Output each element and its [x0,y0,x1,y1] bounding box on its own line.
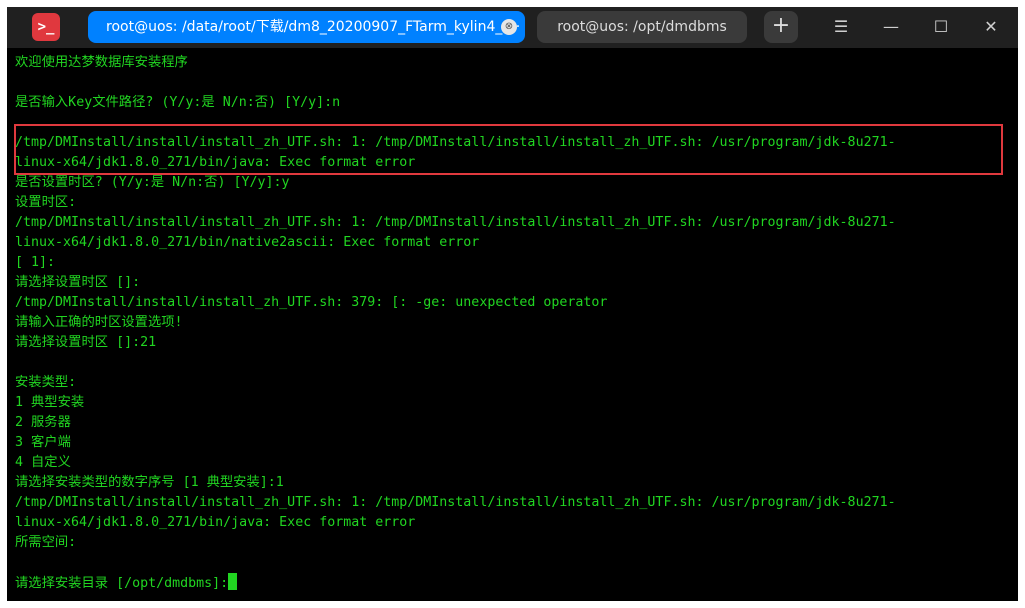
terminal-line: 请选择设置时区 []:21 [15,335,157,350]
minimize-icon[interactable]: — [871,11,911,43]
terminal-line: 2 服务器 [15,415,71,430]
terminal-line: 所需空间: [15,535,77,550]
prompt-line: 请选择安装目录 [/opt/dmdbms]: [15,573,1014,593]
terminal-line: 3 客户端 [15,435,71,450]
terminal-line: linux-x64/jdk1.8.0_271/bin/native2ascii:… [15,235,480,250]
terminal-icon: >_ [32,13,60,41]
terminal-window: >_ root@uos: /data/root/下载/dm8_20200907_… [7,7,1018,601]
tab-label: root@uos: /opt/dmdbms [557,19,727,35]
terminal-line: 1 典型安装 [15,395,85,410]
terminal-line: /tmp/DMInstall/install/install_zh_UTF.sh… [15,215,896,230]
terminal-line: 安装类型: [15,375,77,390]
maximize-icon[interactable]: ☐ [921,11,961,43]
menu-icon[interactable]: ☰ [821,11,861,43]
tab-opt-dmdbms[interactable]: root@uos: /opt/dmdbms [537,11,747,43]
terminal-line: 是否输入Key文件路径? (Y/y:是 N/n:否) [Y/y]:n [15,95,341,110]
terminal-line: 请输入正确的时区设置选项! [15,315,183,330]
terminal-line: /tmp/DMInstall/install/install_zh_UTF.sh… [15,295,608,310]
terminal-line: 是否设置时区? (Y/y:是 N/n:否) [Y/y]:y [15,175,290,190]
terminal-line: linux-x64/jdk1.8.0_271/bin/java: Exec fo… [15,515,416,530]
title-bar: >_ root@uos: /data/root/下载/dm8_20200907_… [7,7,1018,48]
cursor [228,573,238,590]
prompt-text: 请选择安装目录 [/opt/dmdbms]: [15,576,229,591]
tab-data-root[interactable]: root@uos: /data/root/下载/dm8_20200907_FTa… [88,11,525,43]
tab-label: root@uos: /data/root/下载/dm8_20200907_FTa… [106,19,521,35]
close-tab-icon[interactable]: ⊗ [501,19,517,35]
terminal-line: 设置时区: [15,195,77,210]
close-window-icon[interactable]: ✕ [971,11,1011,43]
terminal-output[interactable]: 欢迎使用达梦数据库安装程序 是否输入Key文件路径? (Y/y:是 N/n:否)… [15,53,1014,601]
terminal-line: 4 自定义 [15,455,71,470]
terminal-line: linux-x64/jdk1.8.0_271/bin/java: Exec fo… [15,155,416,170]
new-tab-button[interactable]: + [764,11,798,43]
terminal-line: 欢迎使用达梦数据库安装程序 [15,55,188,70]
terminal-line: [ 1]: [15,255,56,270]
terminal-line: /tmp/DMInstall/install/install_zh_UTF.sh… [15,495,896,510]
terminal-line: 请选择设置时区 []: [15,275,141,290]
terminal-line: /tmp/DMInstall/install/install_zh_UTF.sh… [15,135,896,150]
terminal-line: 请选择安装类型的数字序号 [1 典型安装]:1 [15,475,284,490]
